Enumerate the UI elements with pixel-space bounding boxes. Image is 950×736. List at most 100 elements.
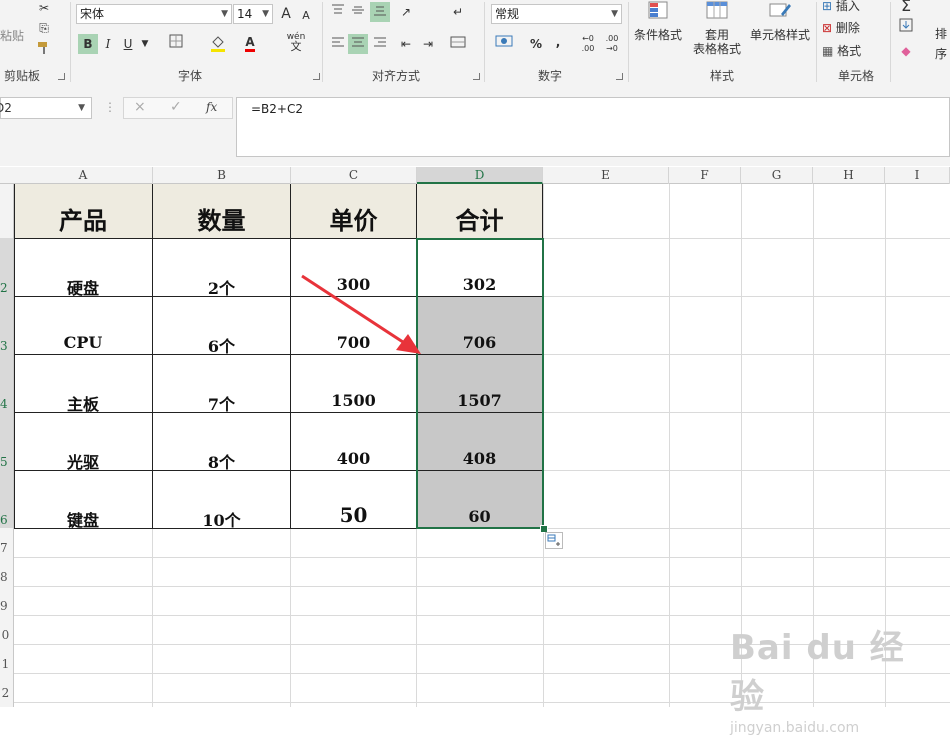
align-top-icon[interactable] (328, 2, 348, 22)
table-cell-c5[interactable]: 400 (291, 413, 417, 471)
row-header-6[interactable]: 6 (0, 470, 13, 528)
autosum-icon[interactable]: Σ (896, 0, 916, 16)
number-group-label: 数字 (537, 69, 562, 83)
align-left-icon[interactable] (328, 34, 348, 54)
phonetic-guide-icon[interactable]: wén 文 (284, 32, 308, 52)
font-size-combo[interactable]: 14 ▼ (233, 4, 273, 24)
name-box[interactable]: D2 ▼ (0, 97, 92, 119)
sort-filter-button[interactable]: 排序 (930, 24, 950, 61)
column-header-g[interactable]: G (741, 167, 813, 184)
watermark-url: jingyan.baidu.com (730, 720, 860, 736)
insert-cells-button[interactable]: ⊞ 插入 (822, 0, 882, 16)
number-launcher-icon[interactable] (616, 73, 623, 80)
table-cell-b4[interactable]: 7个 (153, 355, 291, 414)
number-format-combo[interactable]: 常规 ▼ (491, 4, 622, 24)
format-painter-icon[interactable] (34, 40, 54, 60)
column-header-b[interactable]: B (153, 167, 291, 184)
accounting-format-icon[interactable] (494, 34, 514, 54)
font-name-combo[interactable]: 宋体 ▼ (76, 4, 232, 24)
table-cell-b6[interactable]: 10个 (153, 471, 291, 530)
font-launcher-icon[interactable] (313, 73, 320, 80)
row-header-10[interactable]: 10 (0, 615, 9, 644)
clipboard-launcher-icon[interactable] (58, 73, 65, 80)
row-header-2[interactable]: 2 (0, 238, 13, 296)
bold-button[interactable]: B (78, 34, 98, 54)
orientation-icon[interactable]: ↗ (396, 2, 416, 22)
increase-indent-icon[interactable]: ⇥ (418, 34, 438, 54)
row-header-7[interactable]: 7 (0, 528, 13, 557)
table-cell-a6[interactable]: 键盘 (14, 471, 153, 530)
column-header-h[interactable]: H (813, 167, 885, 184)
table-cell-c4[interactable]: 1500 (291, 355, 417, 413)
italic-button[interactable]: I (98, 34, 118, 54)
column-header-d[interactable]: D (417, 167, 543, 184)
table-cell-a3[interactable]: CPU (14, 297, 153, 355)
header-cell-product[interactable]: 产品 (14, 184, 153, 239)
copy-icon[interactable]: ⎘ (34, 18, 54, 38)
chevron-down-icon[interactable]: ▼ (78, 98, 85, 118)
alignment-launcher-icon[interactable] (473, 73, 480, 80)
row-header-4[interactable]: 4 (0, 354, 13, 412)
wrap-text-icon[interactable]: ↵ (448, 2, 468, 22)
table-cell-b2[interactable]: 2个 (153, 239, 291, 298)
align-middle-icon[interactable] (348, 2, 368, 22)
table-cell-c6[interactable]: 50 (291, 471, 417, 529)
row-header-5[interactable]: 5 (0, 412, 13, 470)
header-cell-quantity[interactable]: 数量 (153, 184, 291, 239)
table-left-border (14, 184, 15, 529)
column-header-a[interactable]: A (14, 167, 153, 184)
annotation-arrow-icon (301, 274, 421, 354)
row-header-3[interactable]: 3 (0, 296, 13, 354)
decrease-indent-icon[interactable]: ⇤ (396, 34, 416, 54)
table-cell-a4[interactable]: 主板 (14, 355, 153, 414)
column-header-f[interactable]: F (669, 167, 741, 184)
row-header-11[interactable]: 11 (0, 644, 9, 673)
row-header-12[interactable]: 12 (0, 673, 9, 702)
column-header-c[interactable]: C (291, 167, 417, 184)
comma-button[interactable]: , (548, 32, 568, 52)
grow-font-button[interactable]: A (276, 4, 296, 24)
row-header-9[interactable]: 9 (0, 586, 13, 615)
chevron-down-icon[interactable]: ▼ (138, 34, 152, 54)
align-right-icon[interactable] (370, 34, 390, 54)
column-header-e[interactable]: E (543, 167, 669, 184)
align-bottom-icon[interactable] (370, 2, 390, 22)
increase-decimal-button[interactable]: ←0.00 (578, 34, 598, 54)
insert-function-icon[interactable]: fx (206, 100, 217, 114)
conditional-formatting-button[interactable]: 条件格式 (630, 0, 686, 42)
cancel-icon[interactable]: × (134, 99, 146, 115)
row-header-8[interactable]: 8 (0, 557, 13, 586)
enter-icon[interactable]: ✓ (170, 99, 182, 115)
table-cell-a5[interactable]: 光驱 (14, 413, 153, 472)
paste-button[interactable]: 粘贴 (0, 26, 24, 46)
styles-group-label: 样式 (709, 69, 734, 83)
fill-color-icon[interactable] (208, 34, 228, 54)
merge-center-icon[interactable] (448, 34, 468, 54)
name-box-splitter-icon[interactable]: ⋮ (104, 100, 116, 114)
column-headers: A B C D E F G H I (0, 167, 950, 184)
format-as-table-button[interactable]: 套用 表格格式 (686, 0, 748, 56)
cut-icon[interactable]: ✂ (34, 0, 54, 18)
delete-cells-button[interactable]: ⊠ 删除 (822, 18, 882, 38)
cell-styles-button[interactable]: 单元格样式 (748, 0, 812, 42)
selection-range (416, 238, 544, 529)
font-color-icon[interactable]: A (240, 32, 260, 52)
column-header-i[interactable]: I (885, 167, 950, 184)
row-header-1[interactable] (0, 184, 13, 238)
table-cell-b5[interactable]: 8个 (153, 413, 291, 472)
format-cells-button[interactable]: ▦ 格式 (822, 41, 882, 61)
align-center-icon[interactable] (348, 34, 368, 54)
table-cell-b3[interactable]: 6个 (153, 297, 291, 356)
table-cell-a2[interactable]: 硬盘 (14, 239, 153, 298)
auto-fill-options-button[interactable] (545, 532, 563, 549)
decrease-decimal-button[interactable]: .00 →0 (602, 34, 622, 54)
percent-button[interactable]: % (526, 34, 546, 54)
formula-input[interactable]: =B2+C2 (236, 97, 950, 157)
underline-button[interactable]: U (118, 34, 138, 54)
borders-icon[interactable] (166, 34, 186, 54)
fill-icon[interactable] (896, 18, 916, 38)
clear-icon[interactable]: ◆ (896, 41, 916, 61)
header-cell-total[interactable]: 合计 (417, 184, 543, 239)
header-cell-price[interactable]: 单价 (291, 184, 417, 239)
shrink-font-button[interactable]: A (296, 6, 316, 26)
